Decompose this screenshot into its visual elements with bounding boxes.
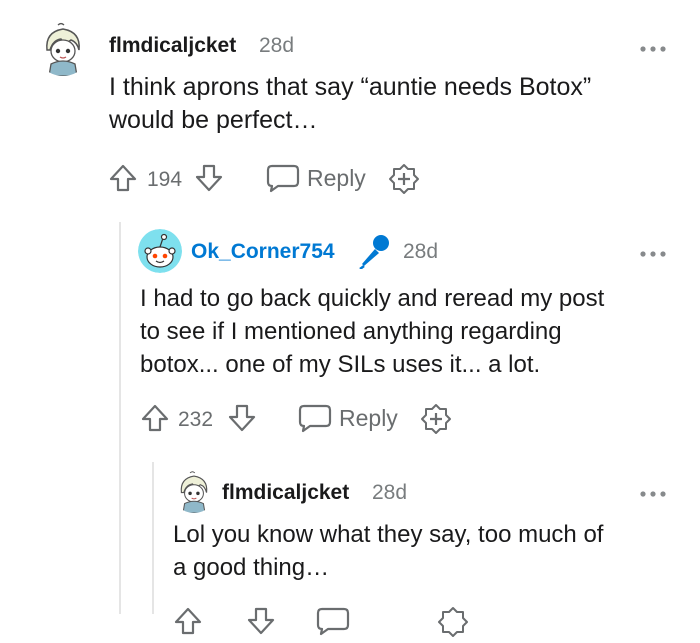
- thread-line[interactable]: [152, 462, 154, 614]
- reply-button[interactable]: Reply: [298, 403, 398, 433]
- downvote-icon[interactable]: [246, 606, 276, 641]
- comment-body-line: I had to go back quickly and reread my p…: [140, 285, 605, 312]
- comment-timestamp: 28d: [372, 481, 408, 504]
- comment-body-line: Lol you know what they say, too much of: [173, 521, 604, 548]
- comment-bubble-icon: [298, 404, 332, 433]
- comment-username[interactable]: flmdicaljcket: [109, 34, 236, 58]
- comment-username[interactable]: flmdicaljcket: [222, 481, 349, 505]
- comment-bubble-icon[interactable]: [316, 606, 350, 641]
- user-avatar[interactable]: [172, 469, 216, 513]
- award-icon[interactable]: [420, 403, 452, 440]
- upvote-icon[interactable]: [108, 163, 138, 198]
- award-icon[interactable]: [437, 606, 469, 643]
- comment-body: I had to go back quickly and reread my p…: [140, 282, 690, 381]
- vote-count: 194: [147, 168, 183, 191]
- more-options-icon[interactable]: [640, 40, 666, 58]
- more-options-icon[interactable]: [640, 245, 666, 263]
- comment-body-line: would be perfect…: [109, 106, 318, 134]
- upvote-icon[interactable]: [173, 606, 203, 641]
- comment-body-line: I think aprons that say “auntie needs Bo…: [109, 73, 592, 101]
- comment-timestamp: 28d: [259, 34, 295, 57]
- downvote-icon[interactable]: [227, 403, 257, 438]
- comment-body-line: to see if I mentioned anything regarding: [140, 318, 562, 345]
- comment-username[interactable]: Ok_Corner754: [191, 240, 335, 264]
- anime-character-avatar-icon: [172, 469, 216, 513]
- more-options-icon[interactable]: [640, 485, 666, 503]
- anime-character-avatar-icon: [35, 20, 91, 76]
- comment-bubble-icon: [266, 164, 300, 193]
- award-icon[interactable]: [388, 163, 420, 200]
- thread-line[interactable]: [119, 222, 121, 614]
- downvote-icon[interactable]: [194, 163, 224, 198]
- user-avatar[interactable]: [35, 20, 91, 76]
- vote-count: 232: [178, 408, 214, 431]
- comment-body: Lol you know what they say, too much of …: [173, 518, 693, 584]
- upvote-icon[interactable]: [140, 403, 170, 438]
- snoo-avatar-icon: [138, 229, 182, 273]
- reply-label: Reply: [307, 164, 366, 191]
- comment-body: I think aprons that say “auntie needs Bo…: [109, 71, 689, 137]
- reply-button[interactable]: Reply: [266, 163, 366, 193]
- comment-body-line: a good thing…: [173, 554, 330, 581]
- user-avatar[interactable]: [138, 229, 182, 273]
- comment-timestamp: 28d: [403, 240, 439, 263]
- comment-body-line: botox... one of my SILs uses it... a lot…: [140, 351, 541, 378]
- microphone-icon: [357, 233, 391, 274]
- reply-label: Reply: [339, 404, 398, 431]
